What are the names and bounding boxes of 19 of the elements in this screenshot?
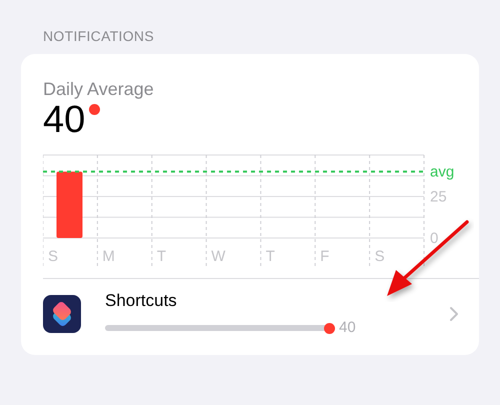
card-title: Daily Average xyxy=(43,78,155,100)
app-name: Shortcuts xyxy=(105,290,178,312)
average-value: 40 xyxy=(43,100,86,140)
axis-label: M xyxy=(102,248,115,265)
axis-label: avg xyxy=(430,164,454,181)
status-dot xyxy=(89,104,100,115)
axis-label: 0 xyxy=(430,230,438,247)
axis-label: S xyxy=(374,248,385,265)
axis-label: W xyxy=(211,248,226,265)
app-icon xyxy=(43,295,81,333)
chevron-icon[interactable] xyxy=(449,306,459,322)
section-header: NOTIFICATIONS xyxy=(43,27,155,45)
axis-label: 25 xyxy=(430,188,447,206)
axis-label: T xyxy=(266,248,275,265)
usage-count: 40 xyxy=(339,320,356,336)
axis-label: F xyxy=(320,248,330,265)
axis-label: S xyxy=(48,248,58,265)
chart-bar xyxy=(56,172,82,238)
axis-label: T xyxy=(156,248,166,265)
